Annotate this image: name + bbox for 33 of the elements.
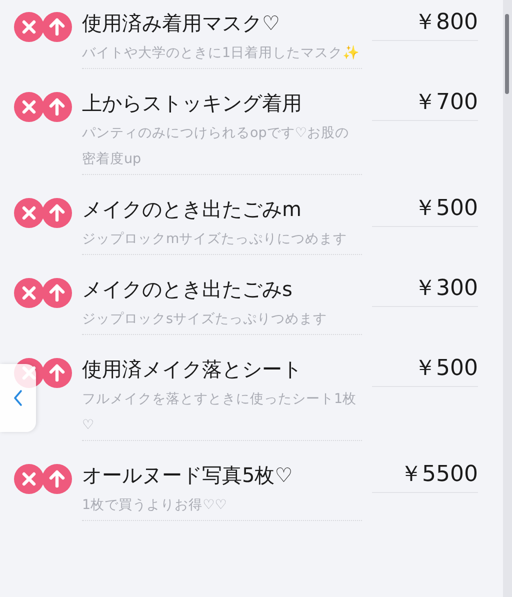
delete-icon[interactable] <box>14 12 44 42</box>
scrollbar[interactable] <box>503 0 512 597</box>
back-icon <box>13 389 23 407</box>
back-tab[interactable] <box>0 364 36 432</box>
item-price: ￥800 <box>372 6 478 41</box>
item-description: ジップロックmサイズたっぷりにつめます <box>82 226 362 255</box>
item-description: 1枚で買うよりお得♡♡ <box>82 492 362 521</box>
delete-icon[interactable] <box>14 92 44 122</box>
item-title: メイクのとき出たごみm <box>82 196 302 223</box>
item-price: ￥300 <box>372 272 478 307</box>
item-price: ￥500 <box>372 192 478 227</box>
move-up-icon[interactable] <box>42 12 72 42</box>
item-title: 上からストッキング着用 <box>82 90 303 117</box>
move-up-icon[interactable] <box>42 358 72 388</box>
delete-icon[interactable] <box>14 278 44 308</box>
item-description: バイトや大学のときに1日着用したマスク✨ <box>82 40 362 69</box>
item-title: メイクのとき出たごみs <box>82 276 294 303</box>
move-up-icon[interactable] <box>42 278 72 308</box>
item-price: ￥5500 <box>372 458 478 493</box>
item-description: フルメイクを落とすときに使ったシート1枚♡ <box>82 386 362 441</box>
move-up-icon[interactable] <box>42 198 72 228</box>
item-title: 使用済み着用マスク♡ <box>82 10 281 37</box>
item-title: オールヌード写真5枚♡ <box>82 462 294 489</box>
item-price: ￥500 <box>372 352 478 387</box>
delete-icon[interactable] <box>14 464 44 494</box>
delete-icon[interactable] <box>14 198 44 228</box>
scrollbar-thumb[interactable] <box>505 14 509 94</box>
item-description: パンティのみにつけられるopです♡お股の密着度up <box>82 120 362 175</box>
item-title: 使用済メイク落とシート <box>82 356 303 383</box>
item-price: ￥700 <box>372 86 478 121</box>
move-up-icon[interactable] <box>42 92 72 122</box>
item-description: ジップロックsサイズたっぷりつめます <box>82 306 362 335</box>
move-up-icon[interactable] <box>42 464 72 494</box>
